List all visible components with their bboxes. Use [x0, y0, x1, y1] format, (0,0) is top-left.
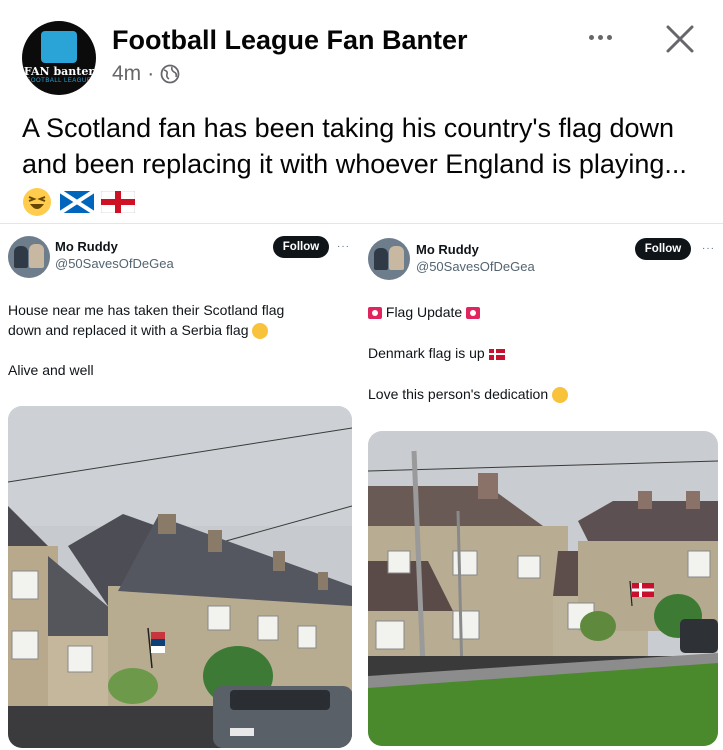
tweet-line: down and replaced it with a Serbia flag — [8, 320, 348, 340]
tweet-text: House near me has taken their Scotland f… — [8, 300, 348, 380]
post-meta: 4m · — [112, 62, 180, 86]
post-time[interactable]: 4m — [112, 62, 141, 86]
red-flag-icon — [466, 307, 481, 320]
tweet-author-handle[interactable]: @50SavesOfDeGea — [416, 259, 535, 274]
more-icon[interactable]: ··· — [337, 241, 350, 252]
tweet-photo[interactable] — [368, 431, 718, 746]
meta-separator: · — [147, 62, 155, 85]
post-text: A Scotland fan has been taking his count… — [22, 110, 702, 218]
tweet-avatar[interactable] — [368, 238, 410, 280]
smirk-emoji-icon — [552, 387, 569, 404]
tweet-line: Flag Update — [368, 302, 713, 322]
post-body: A Scotland fan has been taking his count… — [22, 113, 687, 179]
tweet-author-name[interactable]: Mo Ruddy — [55, 239, 118, 254]
dot-icon — [606, 34, 612, 40]
tweet-author-name[interactable]: Mo Ruddy — [416, 242, 479, 257]
logo-icon — [41, 31, 77, 63]
tweet-card-right: Mo Ruddy @50SavesOfDeGea Follow ··· Flag… — [362, 224, 723, 750]
tweet-author-handle[interactable]: @50SavesOfDeGea — [55, 256, 174, 271]
post-header: FAN banter FOOTBALL LEAGUE Football Leag… — [0, 0, 723, 100]
tweet-photo[interactable] — [8, 406, 352, 748]
tweet-line: Alive and well — [8, 362, 94, 378]
smirk-emoji-icon — [252, 323, 269, 340]
dot-icon — [588, 34, 594, 40]
tweet-avatar[interactable] — [8, 236, 50, 278]
more-options-button[interactable] — [582, 22, 618, 52]
tweet-text: Flag Update Denmark flag is up Love this… — [368, 302, 713, 404]
globe-icon — [160, 64, 180, 84]
tweet-line: Love this person's dedication — [368, 384, 713, 404]
follow-button[interactable]: Follow — [273, 236, 329, 258]
tweet-card-left: Mo Ruddy @50SavesOfDeGea Follow ··· Hous… — [0, 224, 358, 750]
more-icon[interactable]: ··· — [702, 243, 715, 254]
tweet-line: Denmark flag is up — [368, 343, 713, 363]
scotland-flag-icon — [59, 190, 94, 213]
close-icon[interactable] — [663, 22, 697, 56]
laughing-emoji-icon — [23, 187, 51, 216]
page-avatar[interactable]: FAN banter FOOTBALL LEAGUE — [22, 21, 96, 95]
england-flag-icon — [101, 190, 136, 213]
avatar-logo-text: FAN banter — [23, 65, 95, 78]
follow-button[interactable]: Follow — [635, 238, 691, 260]
denmark-flag-icon — [488, 348, 505, 360]
page-name[interactable]: Football League Fan Banter — [112, 25, 468, 56]
red-flag-icon — [368, 307, 382, 320]
tweet-line: House near me has taken their Scotland f… — [8, 302, 285, 318]
dot-icon — [597, 34, 603, 40]
avatar-logo-subtext: FOOTBALL LEAGUE — [26, 78, 92, 84]
